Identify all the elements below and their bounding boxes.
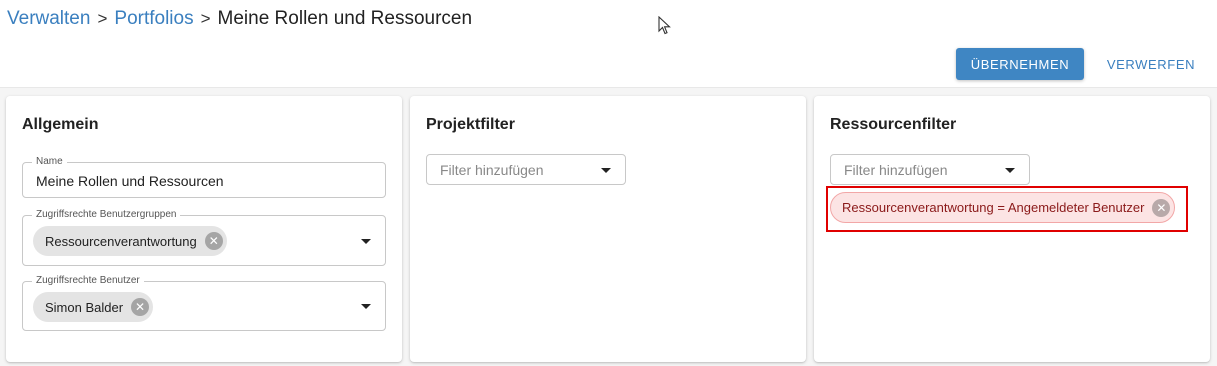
resource-filter-chip-label: Ressourcenverantwortung = Angemeldeter B… [842,200,1145,215]
user-chip-label: Simon Balder [45,299,124,315]
group-access-select[interactable]: Zugriffsrechte Benutzergruppen Ressource… [22,209,386,266]
general-card: Allgemein Name Meine Rollen und Ressourc… [6,96,402,362]
breadcrumb: Verwalten > Portfolios > Meine Rollen un… [7,8,472,30]
resource-filter-card: Ressourcenfilter Filter hinzufügen Resso… [814,96,1210,362]
user-access-label: Zugriffsrechte Benutzer [32,275,144,287]
name-field-label: Name [32,156,67,168]
name-field-value: Meine Rollen und Ressourcen [36,173,224,189]
project-filter-card: Projektfilter Filter hinzufügen [410,96,806,362]
breadcrumb-separator: > [200,9,211,28]
caret-down-icon[interactable] [361,238,371,244]
mouse-pointer-icon [658,16,671,35]
top-bar: Verwalten > Portfolios > Meine Rollen un… [0,0,1217,88]
caret-down-icon[interactable] [1005,167,1015,173]
resource-filter-placeholder: Filter hinzufügen [844,162,948,178]
discard-button[interactable]: VERWERFEN [1096,48,1206,80]
page-title: Meine Rollen und Ressourcen [217,8,473,29]
breadcrumb-link-verwalten[interactable]: Verwalten [7,8,90,30]
project-filter-select[interactable]: Filter hinzufügen [426,154,626,185]
resource-filter-title: Ressourcenfilter [830,116,957,133]
resource-filter-select[interactable]: Filter hinzufügen [830,154,1030,185]
group-chip: Ressourcenverantwortung ✕ [33,226,227,256]
caret-down-icon[interactable] [601,167,611,173]
group-chip-label: Ressourcenverantwortung [45,233,197,249]
name-field[interactable]: Name Meine Rollen und Ressourcen [22,156,386,198]
group-access-label: Zugriffsrechte Benutzergruppen [32,209,181,221]
user-access-select[interactable]: Zugriffsrechte Benutzer Simon Balder ✕ [22,275,386,331]
general-card-title: Allgemein [22,116,99,133]
breadcrumb-separator: > [97,9,108,28]
user-chip: Simon Balder ✕ [33,292,154,322]
breadcrumb-link-portfolios[interactable]: Portfolios [114,8,193,30]
project-filter-placeholder: Filter hinzufügen [440,162,544,178]
apply-button[interactable]: ÜBERNEHMEN [956,48,1084,80]
close-circle-icon[interactable]: ✕ [204,232,223,250]
close-circle-icon[interactable]: ✕ [131,298,150,316]
close-circle-icon[interactable]: ✕ [1152,198,1171,217]
caret-down-icon[interactable] [361,304,371,309]
project-filter-title: Projektfilter [426,116,515,133]
resource-filter-chip: Ressourcenverantwortung = Angemeldeter B… [830,192,1176,223]
